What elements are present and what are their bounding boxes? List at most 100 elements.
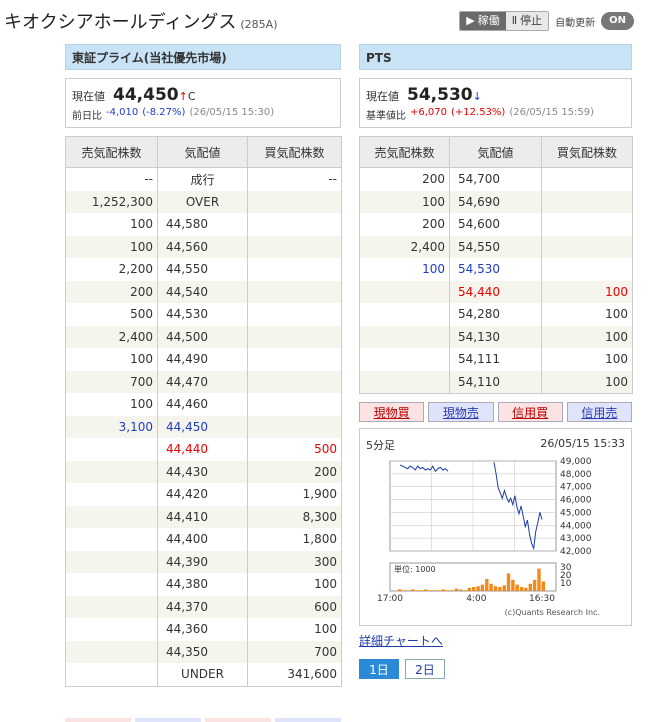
cell-buy: 200: [247, 460, 342, 483]
book-row: 200 54,600: [359, 213, 633, 236]
cell-price: 54,110: [449, 370, 542, 394]
cell-sell: 200: [65, 280, 158, 303]
volume-bar: [467, 587, 471, 591]
col-buy-qty: 買気配株数: [541, 136, 633, 168]
book-row: 200 44,540: [65, 280, 342, 303]
cell-price: UNDER: [157, 663, 248, 687]
tse-price-box: 現在値 44,450↑C 前日比 -4,010 (-8.27%) (26/05/…: [65, 78, 341, 128]
live-button[interactable]: ▶ 稼働: [460, 12, 506, 30]
col-quote: 気配値: [157, 136, 248, 168]
cell-buy: 600: [247, 595, 342, 618]
y-tick-label: 48,000: [560, 470, 592, 480]
play-icon: ▶: [466, 14, 475, 27]
cell-sell: [65, 550, 158, 573]
current-price: 44,450: [113, 85, 179, 105]
volume-unit-label: 単位: 1000: [394, 564, 436, 574]
cell-buy: 300: [247, 550, 342, 573]
company-name: キオクシアホールディングス: [4, 12, 237, 33]
cash-sell-button[interactable]: 現物売: [428, 402, 494, 422]
current-price: 54,530: [407, 85, 473, 105]
cell-sell: [65, 505, 158, 528]
cell-sell: 200: [359, 167, 450, 191]
book-row: 54,111 100: [359, 348, 633, 371]
cell-price: 54,700: [449, 167, 542, 191]
margin-buy-button[interactable]: 信用買: [497, 402, 563, 422]
cell-sell: [65, 618, 158, 641]
cell-sell: [65, 595, 158, 618]
cell-sell: 1,252,300: [65, 190, 158, 213]
book-row: 100 44,560: [65, 235, 342, 258]
cell-sell: 2,400: [359, 235, 450, 258]
y-tick-label: 46,000: [560, 496, 592, 506]
cell-price: 44,380: [157, 573, 248, 596]
cell-buy: [247, 348, 342, 371]
volume-bar: [528, 583, 532, 591]
cell-price: OVER: [157, 190, 248, 213]
range-2day-button[interactable]: 2日: [405, 659, 445, 679]
book-row: 44,410 8,300: [65, 505, 342, 528]
y-tick-label: 45,000: [560, 508, 592, 518]
cell-buy: 100: [247, 573, 342, 596]
x-tick-label: 4:00: [466, 594, 486, 604]
book-row: 100 54,530: [359, 258, 633, 281]
cell-price: 44,540: [157, 280, 248, 303]
cell-price: 44,530: [157, 303, 248, 326]
detail-chart-link[interactable]: 詳細チャートへ: [359, 634, 443, 648]
range-1day-button[interactable]: 1日: [359, 659, 399, 679]
cell-price: 44,350: [157, 640, 248, 663]
volume-bar: [419, 590, 424, 591]
change-label: 前日比: [72, 111, 102, 122]
cell-sell: [65, 438, 158, 461]
book-row: 54,280 100: [359, 303, 633, 326]
book-row: 1,252,300 OVER: [65, 190, 342, 213]
cell-price: 44,430: [157, 460, 248, 483]
y-tick-label: 49,000: [560, 457, 592, 467]
cell-buy: 100: [541, 303, 633, 326]
cell-buy: 100: [541, 325, 633, 348]
cell-buy: 100: [541, 370, 633, 394]
book-row: 44,380 100: [65, 573, 342, 596]
book-row: 2,400 44,500: [65, 325, 342, 348]
cell-price: 54,130: [449, 325, 542, 348]
book-row: 44,390 300: [65, 550, 342, 573]
chart-copyright: (c)Quants Research Inc.: [505, 608, 600, 617]
volume-tick-label: 30: [560, 563, 572, 573]
volume-bar: [445, 590, 450, 591]
cell-price: 44,450: [157, 415, 248, 438]
cell-sell: [65, 483, 158, 506]
cell-price: 44,440: [157, 438, 248, 461]
cell-price: 44,400: [157, 528, 248, 551]
cell-price: 54,280: [449, 303, 542, 326]
volume-bar: [537, 568, 541, 591]
cell-buy: [541, 190, 633, 213]
cell-buy: [247, 258, 342, 281]
cell-buy: [247, 280, 342, 303]
margin-sell-button[interactable]: 信用売: [566, 402, 632, 422]
stock-code: (285A): [240, 18, 278, 31]
price-label: 現在値: [366, 90, 399, 103]
price-time: (26/05/15 15:30): [189, 107, 275, 118]
book-row: 44,440 500: [65, 438, 342, 461]
stop-button[interactable]: Ⅱ 停止: [505, 12, 549, 30]
cell-price: 54,690: [449, 190, 542, 213]
book-row: 44,400 1,800: [65, 528, 342, 551]
cell-sell: --: [65, 167, 158, 191]
book-row: -- 成行 --: [65, 167, 342, 191]
cell-sell: [65, 528, 158, 551]
pts-header: PTS: [359, 44, 632, 70]
cash-buy-button[interactable]: 現物買: [359, 402, 425, 422]
cell-sell: [359, 303, 450, 326]
volume-bar: [511, 579, 515, 591]
volume-bar: [502, 585, 506, 591]
x-tick-label: 16:30: [529, 594, 555, 604]
cell-buy: [247, 393, 342, 416]
chart-interval: 5分足: [366, 439, 395, 452]
pts-panel: PTS 現在値 54,530↓ 基準値比 +6,070 (+12.53%) (2…: [359, 44, 633, 679]
auto-update-toggle[interactable]: ON: [601, 12, 634, 30]
book-row: 54,110 100: [359, 370, 633, 394]
cell-buy: [247, 190, 342, 213]
cell-buy: [541, 258, 633, 281]
volume-bar: [406, 590, 411, 591]
cell-buy: 700: [247, 640, 342, 663]
cell-buy: 8,300: [247, 505, 342, 528]
